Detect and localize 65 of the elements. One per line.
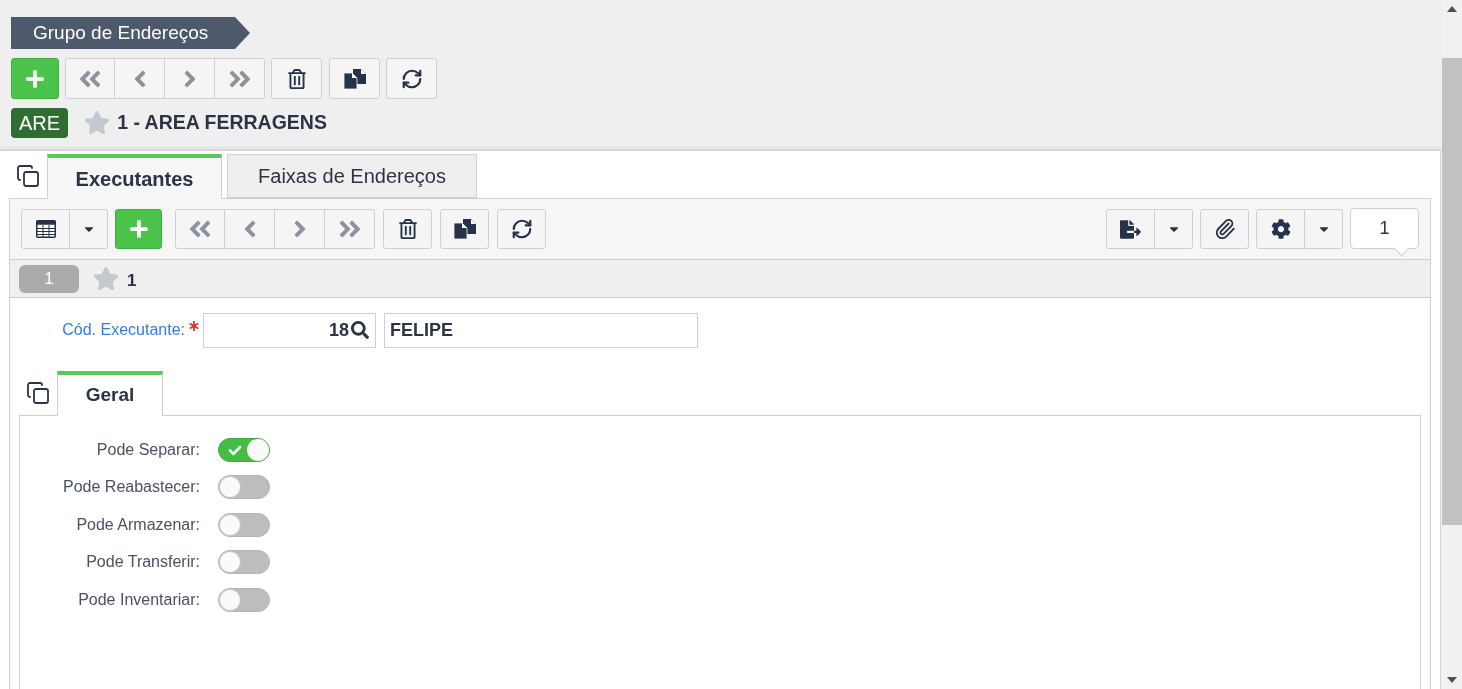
delete-button[interactable]	[383, 209, 432, 249]
documents-icon	[343, 68, 366, 89]
previous-button[interactable]	[225, 209, 275, 249]
refresh-icon	[400, 67, 423, 90]
refresh-button[interactable]	[386, 58, 437, 99]
tab[interactable]: Executantes	[47, 154, 222, 199]
record-row[interactable]: 1 1	[10, 260, 1430, 298]
last-button[interactable]	[325, 209, 375, 249]
record-title: 1	[127, 269, 137, 292]
documents-icon	[453, 219, 476, 239]
scroll-down-icon[interactable]	[1446, 677, 1457, 683]
toggle-switch[interactable]	[218, 437, 270, 462]
record-index: 1	[19, 264, 79, 293]
first-button[interactable]	[65, 58, 115, 99]
toggle-switch[interactable]	[218, 587, 270, 612]
field-label: Cód. Executante:	[61, 320, 185, 340]
plus-icon	[128, 219, 149, 239]
code-input[interactable]: 18	[203, 312, 376, 348]
star-icon[interactable]	[84, 110, 111, 135]
delete-button[interactable]	[271, 58, 322, 99]
paperclip-icon	[1213, 218, 1236, 240]
plus-icon	[25, 68, 45, 89]
copy-icon[interactable]	[16, 164, 40, 188]
refresh-button[interactable]	[497, 209, 546, 249]
refresh-icon	[510, 218, 533, 240]
add-button[interactable]	[11, 58, 59, 99]
switch-label: Pode Reabastecer:	[62, 477, 200, 498]
file-export-icon	[1120, 218, 1141, 240]
star-icon[interactable]	[93, 266, 119, 291]
check-icon	[227, 443, 243, 457]
switch-label: Pode Separar:	[95, 439, 200, 460]
toggle-switch[interactable]	[218, 475, 270, 500]
copy-button[interactable]	[440, 209, 489, 249]
first-button[interactable]	[175, 209, 225, 249]
toggle-switch[interactable]	[218, 550, 270, 575]
code-value: 18	[328, 318, 349, 342]
settings-icon	[1270, 219, 1291, 239]
scroll-up-icon[interactable]	[1446, 6, 1457, 12]
trash-icon	[286, 68, 307, 89]
switch-label: Pode Armazenar:	[75, 514, 200, 535]
switch-label: Pode Transferir:	[85, 552, 200, 573]
copy-icon[interactable]	[26, 381, 50, 405]
page-title: Grupo de Endereços	[11, 17, 250, 49]
previous-button[interactable]	[115, 58, 165, 99]
add-button[interactable]	[115, 209, 162, 249]
settings-button[interactable]	[1256, 209, 1305, 249]
attach-button[interactable]	[1200, 209, 1249, 249]
record-badge: ARE	[11, 107, 69, 138]
table-icon	[35, 220, 56, 238]
export-button[interactable]	[1106, 209, 1155, 249]
search-icon[interactable]	[351, 321, 369, 339]
tab[interactable]: Geral	[57, 371, 163, 416]
next-button[interactable]	[275, 209, 325, 249]
switch-label: Pode Inventariar:	[77, 589, 200, 610]
tab[interactable]: Faixas de Endereços	[227, 154, 477, 198]
name-input[interactable]: FELIPE	[384, 312, 698, 348]
next-button[interactable]	[165, 58, 215, 99]
record-title: 1 - AREA FERRAGENS	[117, 109, 327, 135]
grid-view-button[interactable]	[21, 209, 70, 249]
toggle-switch[interactable]	[218, 512, 270, 537]
record-counter: 1	[1350, 208, 1419, 249]
last-button[interactable]	[215, 58, 265, 99]
copy-button[interactable]	[329, 58, 380, 99]
scrollbar-thumb[interactable]	[1442, 58, 1462, 525]
trash-icon	[397, 219, 418, 239]
